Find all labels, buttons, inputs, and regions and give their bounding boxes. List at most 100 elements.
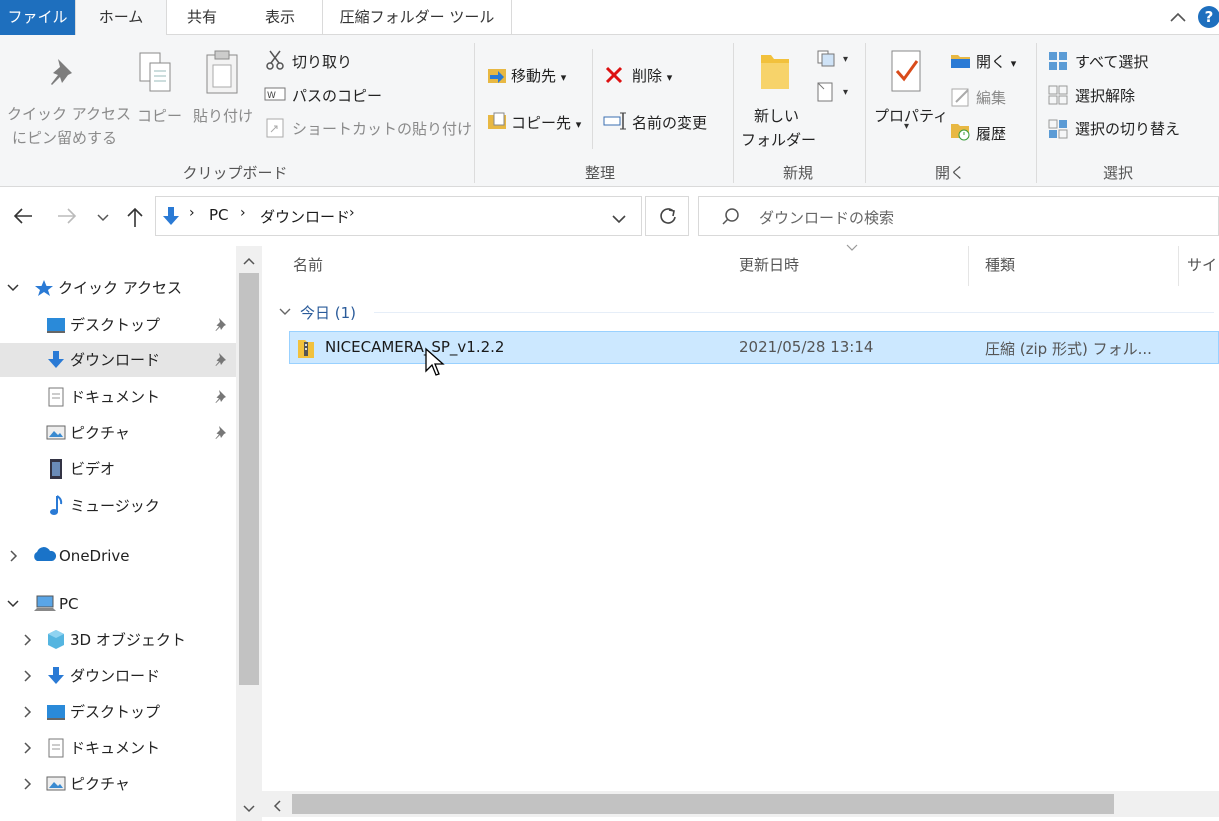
nav-pc-desktop-label: デスクトップ <box>70 703 161 721</box>
file-list-horizontal-scrollbar[interactable] <box>262 791 1219 817</box>
new-item-icon[interactable]: ▾ <box>816 49 856 73</box>
tab-home[interactable]: ホーム <box>75 0 167 36</box>
scroll-down-icon[interactable] <box>243 800 255 818</box>
search-placeholder: ダウンロードの検索 <box>759 209 895 227</box>
column-header-date[interactable]: 更新日時 <box>739 254 799 275</box>
horizontal-scrollbar-thumb[interactable] <box>292 794 1114 814</box>
scissors-icon <box>265 49 285 75</box>
nav-pc-documents-label: ドキュメント <box>70 739 161 757</box>
nav-downloads-label: ダウンロード <box>70 351 161 369</box>
history-button[interactable]: 履歴 <box>976 123 1006 144</box>
column-header-size[interactable]: サイ <box>1187 254 1217 275</box>
nav-pictures[interactable]: ピクチャ <box>0 416 236 450</box>
chevron-right-icon[interactable] <box>6 539 20 585</box>
nav-scrollbar[interactable] <box>236 246 262 821</box>
history-icon <box>950 121 972 145</box>
breadcrumb-pc[interactable]: PC <box>209 206 229 224</box>
nav-documents[interactable]: ドキュメント <box>0 380 236 414</box>
select-all-button[interactable]: すべて選択 <box>1075 51 1148 72</box>
properties-dropdown-icon[interactable]: ▾ <box>904 121 909 132</box>
nav-scrollbar-thumb[interactable] <box>239 273 259 685</box>
refresh-button[interactable] <box>645 196 689 236</box>
copy-to-label: コピー先 <box>511 114 572 132</box>
nav-onedrive[interactable]: OneDrive <box>0 539 236 573</box>
breadcrumb-separator-icon[interactable]: › <box>349 205 355 221</box>
invert-selection-button[interactable]: 選択の切り替え <box>1075 118 1180 139</box>
nav-pc[interactable]: PC <box>0 587 236 621</box>
move-to-button[interactable]: 移動先 ▾ <box>511 65 566 86</box>
column-header-name[interactable]: 名前 <box>293 254 323 275</box>
help-icon[interactable]: ? <box>1198 6 1219 28</box>
edit-button[interactable]: 編集 <box>976 87 1006 108</box>
up-arrow-icon[interactable] <box>125 205 145 233</box>
forward-arrow-icon[interactable] <box>56 205 78 231</box>
select-all-icon <box>1048 51 1068 75</box>
back-arrow-icon[interactable] <box>12 205 34 231</box>
paste-shortcut-button[interactable]: ショートカットの貼り付け <box>292 118 472 139</box>
downloads-location-icon <box>161 205 181 231</box>
nav-desktop-label: デスクトップ <box>70 316 161 334</box>
recent-locations-chevron-icon[interactable] <box>96 210 110 228</box>
address-dropdown-chevron-icon[interactable] <box>611 211 627 229</box>
search-box[interactable]: ダウンロードの検索 <box>698 196 1219 236</box>
cut-button[interactable]: 切り取り <box>292 51 352 72</box>
select-none-button[interactable]: 選択解除 <box>1075 85 1135 106</box>
rename-icon <box>603 111 627 135</box>
nav-music-label: ミュージック <box>70 497 160 515</box>
clipboard-group-label: クリップボード <box>182 164 288 182</box>
nav-quick-access[interactable]: クイック アクセス <box>0 271 236 305</box>
delete-button[interactable]: 削除 ▾ <box>632 65 672 86</box>
scroll-up-icon[interactable] <box>243 252 255 270</box>
column-divider[interactable] <box>1178 246 1179 286</box>
nav-downloads[interactable]: ダウンロード <box>0 343 236 377</box>
column-header-type[interactable]: 種類 <box>985 254 1015 275</box>
group-chevron-down-icon[interactable] <box>278 304 292 322</box>
nav-pc-pictures-label: ピクチャ <box>70 775 130 793</box>
group-header-today[interactable]: 今日 (1) <box>300 302 356 323</box>
scroll-left-icon[interactable] <box>272 798 282 816</box>
nav-pc-downloads-label: ダウンロード <box>70 667 161 685</box>
pin-label-line1: クイック アクセス <box>7 105 132 123</box>
copy-icon <box>138 51 174 99</box>
address-bar[interactable]: › PC › ダウンロード › <box>155 196 642 236</box>
sort-chevron-icon <box>845 240 859 258</box>
pin-label-line2: にピン留めする <box>12 129 118 147</box>
nav-music[interactable]: ミュージック <box>0 489 236 523</box>
nav-desktop[interactable]: デスクトップ <box>0 308 236 342</box>
column-divider[interactable] <box>968 246 969 286</box>
copy-button[interactable]: コピー <box>137 105 182 126</box>
ribbon: クイック アクセス にピン留めする コピー 貼り付け 切り取り W パスのコピー… <box>0 35 1219 187</box>
picture-icon <box>46 767 66 813</box>
copy-path-button[interactable]: パスのコピー <box>292 85 382 106</box>
open-button[interactable]: 開く ▾ <box>976 51 1016 72</box>
chevron-right-icon[interactable] <box>20 767 34 813</box>
tab-view[interactable]: 表示 <box>248 0 312 35</box>
nav-quick-access-label: クイック アクセス <box>58 279 183 297</box>
rename-button[interactable]: 名前の変更 <box>632 112 707 133</box>
nav-3d-objects[interactable]: 3D オブジェクト <box>0 623 236 657</box>
nav-pc-desktop[interactable]: デスクトップ <box>0 695 236 729</box>
paste-button[interactable]: 貼り付け <box>193 105 253 126</box>
refresh-icon <box>658 206 678 230</box>
nav-3d-objects-label: 3D オブジェクト <box>70 631 186 649</box>
breadcrumb-separator-icon[interactable]: › <box>240 205 246 221</box>
properties-button[interactable]: プロパティ <box>874 105 948 126</box>
tab-compressed-folder-tools[interactable]: 圧縮フォルダー ツール <box>322 0 512 35</box>
breadcrumb-separator-icon: › <box>189 205 195 221</box>
nav-videos[interactable]: ビデオ <box>0 452 236 486</box>
open-label: 開く <box>976 53 1007 71</box>
address-row: › PC › ダウンロード › ダウンロードの検索 <box>0 188 1219 246</box>
easy-access-icon[interactable]: ▾ <box>816 81 856 107</box>
delete-icon <box>604 65 624 89</box>
mouse-cursor-icon <box>424 347 446 381</box>
nav-pc-pictures[interactable]: ピクチャ <box>0 767 236 801</box>
collapse-ribbon-icon[interactable] <box>1166 6 1190 30</box>
pin-icon <box>48 55 80 93</box>
edit-icon <box>950 87 972 111</box>
breadcrumb-downloads[interactable]: ダウンロード <box>260 206 350 227</box>
copy-to-button[interactable]: コピー先 ▾ <box>511 112 581 133</box>
tab-share[interactable]: 共有 <box>170 0 234 35</box>
tab-file[interactable]: ファイル <box>0 0 75 35</box>
nav-pc-downloads[interactable]: ダウンロード <box>0 659 236 693</box>
nav-pc-documents[interactable]: ドキュメント <box>0 731 236 765</box>
